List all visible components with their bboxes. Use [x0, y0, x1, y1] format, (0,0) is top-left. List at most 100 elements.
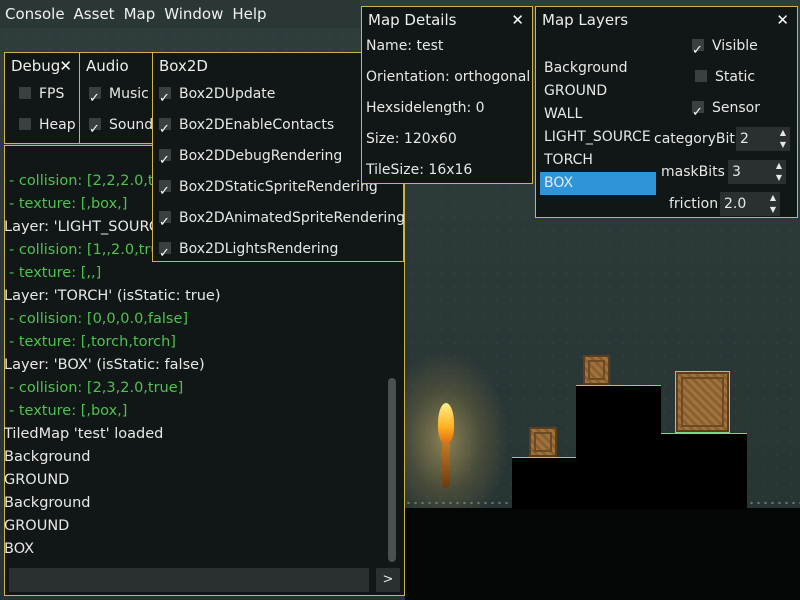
- box2d-debug-render-label: Box2DDebugRendering: [179, 148, 343, 164]
- static-checkbox[interactable]: [695, 70, 707, 82]
- debug-title-bar[interactable]: Debug ✕: [5, 53, 80, 79]
- static-checkbox-row[interactable]: Static: [695, 62, 755, 93]
- map-details-window: Map Details ✕ Name: test Orientation: or…: [361, 6, 533, 184]
- mask-bits-value: 3: [732, 164, 741, 180]
- debug-window: Debug ✕ FPS Heap: [4, 52, 81, 144]
- ground: [405, 508, 800, 600]
- close-icon[interactable]: ✕: [776, 7, 789, 33]
- map-name: Name: test: [366, 38, 444, 54]
- audio-title-bar[interactable]: Audio: [80, 53, 153, 79]
- layer-item-box[interactable]: BOX: [540, 172, 656, 195]
- music-label: Music: [109, 86, 149, 102]
- console-line: GROUND: [4, 518, 70, 534]
- map-orientation: Orientation: orthogonal: [366, 69, 531, 85]
- flame-icon: [438, 403, 454, 443]
- map-details-title-bar[interactable]: Map Details ✕: [362, 7, 532, 33]
- platform-step-3: [661, 433, 747, 509]
- console-send-button[interactable]: >: [376, 568, 400, 592]
- menu-bar: Console Asset Map Window Help: [0, 0, 360, 28]
- sensor-checkbox-row[interactable]: Sensor: [692, 93, 760, 128]
- map-hexsidelength: Hexsidelength: 0: [366, 100, 485, 116]
- audio-title: Audio: [86, 57, 129, 75]
- sound-checkbox-row[interactable]: Sound: [80, 110, 154, 145]
- layer-item-ground[interactable]: GROUND: [540, 80, 656, 103]
- category-bit-value: 2: [740, 131, 749, 147]
- layer-item-background[interactable]: Background: [540, 57, 656, 80]
- sensor-checkbox[interactable]: [692, 97, 704, 128]
- box2d-static-sprite-checkbox[interactable]: [159, 176, 171, 207]
- box2d-lights-row[interactable]: Box2DLightsRendering: [153, 234, 403, 269]
- console-line: BOX: [4, 541, 35, 557]
- console-line: - collision: [2,3,2.0,true]: [9, 380, 184, 396]
- spinner-arrows-icon[interactable]: ▲ ▼: [776, 160, 782, 184]
- sound-label: Sound: [109, 117, 154, 133]
- friction-value: 2.0: [724, 196, 747, 212]
- box2d-animated-sprite-row[interactable]: Box2DAnimatedSpriteRendering: [153, 203, 406, 238]
- sound-checkbox[interactable]: [89, 114, 101, 145]
- spinner-arrows-icon[interactable]: ▲ ▼: [770, 192, 776, 216]
- music-checkbox-row[interactable]: Music: [80, 79, 153, 114]
- box-crate-small[interactable]: [529, 427, 557, 457]
- box-crate-top[interactable]: [583, 355, 610, 385]
- console-line: - texture: [,,]: [9, 265, 102, 281]
- box-crate-large[interactable]: [675, 371, 730, 433]
- audio-window: Audio Music Sound: [79, 52, 154, 145]
- menu-map[interactable]: Map: [124, 5, 156, 23]
- close-icon[interactable]: ✕: [59, 53, 72, 79]
- visible-label: Visible: [712, 38, 758, 54]
- box2d-static-sprite-label: Box2DStaticSpriteRendering: [179, 179, 378, 195]
- map-details-content: Name: test Orientation: orthogonal Hexsi…: [366, 31, 530, 186]
- map-details-title: Map Details: [368, 11, 457, 29]
- console-line: Background: [4, 495, 91, 511]
- map-layers-title-bar[interactable]: Map Layers ✕: [536, 7, 797, 33]
- box2d-update-checkbox[interactable]: [159, 83, 171, 114]
- box2d-animated-sprite-checkbox[interactable]: [159, 207, 171, 238]
- debug-title: Debug: [11, 57, 61, 75]
- map-tilesize: TileSize: 16x16: [366, 162, 473, 178]
- visible-checkbox-row[interactable]: Visible: [692, 31, 758, 66]
- console-line: Background: [4, 449, 91, 465]
- mask-bits-label: maskBits: [661, 164, 725, 180]
- fps-label: FPS: [39, 86, 65, 102]
- heap-checkbox-row[interactable]: Heap: [5, 110, 80, 141]
- box2d-debug-render-checkbox[interactable]: [159, 145, 171, 176]
- category-bit-spinner[interactable]: 2 ▲ ▼: [736, 127, 790, 151]
- console-line: TiledMap 'test' loaded: [4, 426, 164, 442]
- platform-step-2: [576, 385, 661, 509]
- box2d-lights-checkbox[interactable]: [159, 238, 171, 269]
- menu-window[interactable]: Window: [164, 5, 223, 23]
- torch-stick: [442, 443, 450, 488]
- menu-asset[interactable]: Asset: [74, 5, 115, 23]
- sensor-label: Sensor: [712, 100, 760, 116]
- layer-item-light-source[interactable]: LIGHT_SOURCE: [540, 126, 656, 149]
- mask-bits-spinner[interactable]: 3 ▲ ▼: [728, 160, 786, 184]
- console-line: - texture: [,box,]: [9, 403, 128, 419]
- static-label: Static: [715, 69, 756, 85]
- close-icon[interactable]: ✕: [511, 7, 524, 33]
- console-scrollbar[interactable]: [388, 378, 396, 562]
- console-line: Layer: 'TORCH' (isStatic: true): [4, 288, 221, 304]
- friction-label: friction: [669, 196, 719, 212]
- menu-help[interactable]: Help: [232, 5, 266, 23]
- fps-checkbox[interactable]: [19, 87, 31, 99]
- spinner-arrows-icon[interactable]: ▲ ▼: [780, 127, 786, 151]
- heap-checkbox[interactable]: [19, 118, 31, 130]
- box2d-contacts-checkbox[interactable]: [159, 114, 171, 145]
- console-input[interactable]: [9, 568, 369, 592]
- layer-item-torch[interactable]: TORCH: [540, 149, 656, 172]
- menu-console[interactable]: Console: [5, 5, 65, 23]
- music-checkbox[interactable]: [89, 83, 101, 114]
- heap-label: Heap: [39, 117, 76, 133]
- console-line: - collision: [0,0,0.0,false]: [9, 311, 189, 327]
- console-line: Layer: 'BOX' (isStatic: false): [4, 357, 205, 373]
- layer-list: Background GROUND WALL LIGHT_SOURCE TORC…: [540, 57, 656, 195]
- console-line: - texture: [,torch,torch]: [9, 334, 176, 350]
- map-size: Size: 120x60: [366, 131, 457, 147]
- friction-spinner[interactable]: 2.0 ▲ ▼: [720, 192, 780, 216]
- category-bit-label: categoryBit: [654, 131, 735, 147]
- visible-checkbox[interactable]: [692, 35, 704, 66]
- box2d-contacts-label: Box2DEnableContacts: [179, 117, 335, 133]
- layer-item-wall[interactable]: WALL: [540, 103, 656, 126]
- box2d-animated-sprite-label: Box2DAnimatedSpriteRendering: [179, 210, 406, 226]
- fps-checkbox-row[interactable]: FPS: [5, 79, 80, 110]
